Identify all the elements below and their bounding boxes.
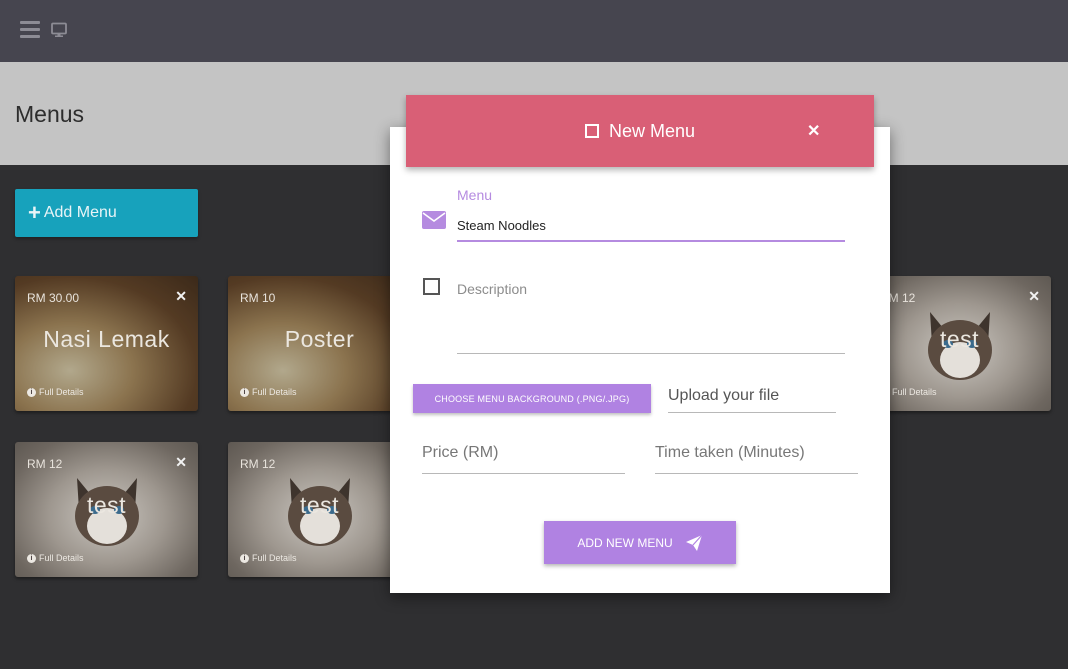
modal-header: New Menu ✕ [406,95,874,167]
info-icon: i [27,553,36,563]
top-navbar [0,0,1068,62]
upload-file-input[interactable] [668,380,836,413]
card-price: RM 12 [240,457,276,471]
description-input[interactable] [457,278,845,354]
menu-card[interactable]: RM 12 test i Full Details [228,442,411,577]
card-price: RM 12 [27,457,63,471]
paper-plane-icon [685,534,703,551]
full-details-link[interactable]: i Full Details [27,387,84,397]
full-details-link[interactable]: i Full Details [240,553,297,563]
info-icon: i [27,387,36,397]
card-price: RM 10 [240,291,276,305]
envelope-icon [422,211,446,229]
monitor-icon[interactable] [51,22,67,38]
full-details-link[interactable]: i Full Details [240,387,297,397]
card-name: Poster [284,326,355,352]
plus-icon: + [28,200,41,225]
add-menu-label: Add Menu [43,204,117,221]
menu-field-label: Menu [457,187,493,203]
choose-background-button[interactable]: CHOOSE MENU BACKGROUND (.PNG/.JPG) [413,384,651,413]
card-name: test [939,326,980,352]
square-outline-icon [423,278,440,295]
square-outline-icon [584,124,599,138]
card-name: test [86,492,127,518]
add-menu-button[interactable]: + Add Menu [15,189,198,237]
add-new-menu-button[interactable]: ADD NEW MENU [544,521,736,564]
menu-card[interactable]: RM 30.00 ✕ Nasi Lemak i Full Details [15,276,198,411]
card-name: test [299,492,340,518]
menu-card[interactable]: RM 10 Poster i Full Details [228,276,411,411]
menu-card[interactable]: RM 12 ✕ test i Full Details [868,276,1051,411]
card-name: Nasi Lemak [43,326,170,352]
full-details-link[interactable]: i Full Details [27,553,84,563]
close-icon[interactable]: ✕ [807,121,820,141]
submit-label: ADD NEW MENU [577,535,673,550]
close-icon[interactable]: ✕ [175,288,187,305]
close-icon[interactable]: ✕ [175,454,187,471]
menu-name-input[interactable] [457,210,845,242]
page-title: Menus [15,101,85,127]
info-icon: i [240,553,249,563]
price-input[interactable] [422,432,625,474]
menu-card[interactable]: RM 12 ✕ test i Full Details [15,442,198,577]
hamburger-icon[interactable] [20,21,40,39]
card-price: RM 30.00 [27,291,80,305]
modal-title: New Menu [608,120,696,141]
close-icon[interactable]: ✕ [1028,288,1040,305]
info-icon: i [240,387,249,397]
time-taken-input[interactable] [655,432,858,474]
